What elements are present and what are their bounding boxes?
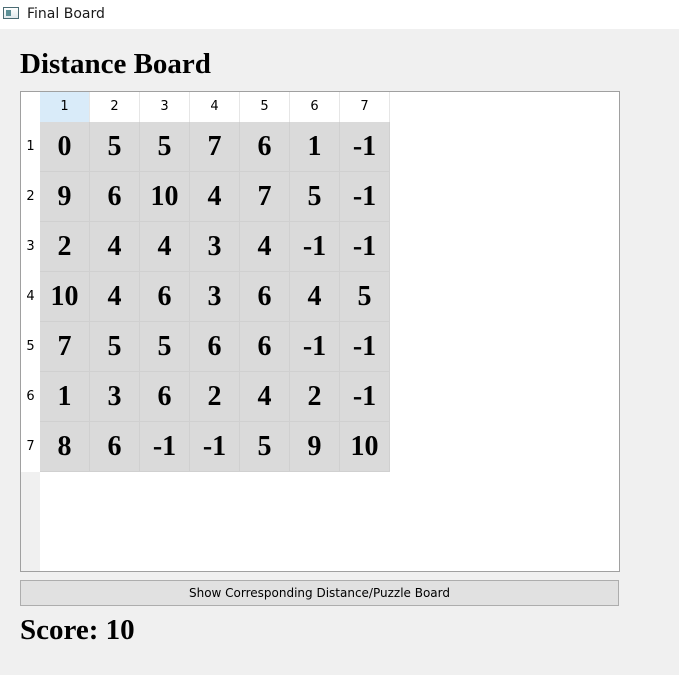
board-cell[interactable]: 5 [290,172,340,222]
board-cell[interactable]: 10 [40,272,90,322]
board-cell[interactable]: 4 [240,222,290,272]
board-cell[interactable]: 6 [240,272,290,322]
board-heading: Distance Board [20,48,211,80]
window-title: Final Board [27,6,105,22]
row-header-1[interactable]: 1 [21,122,40,172]
board-cell[interactable]: 6 [140,372,190,422]
column-header-2[interactable]: 2 [90,92,140,122]
board-cell[interactable]: 0 [40,122,90,172]
row-header-5[interactable]: 5 [21,322,40,372]
board-cell[interactable]: 3 [190,272,240,322]
row-header-7[interactable]: 7 [21,422,40,472]
board-cell[interactable]: -1 [290,322,340,372]
board-cell[interactable]: 4 [190,172,240,222]
column-header-5[interactable]: 5 [240,92,290,122]
board-cell[interactable]: 7 [190,122,240,172]
row-header-3[interactable]: 3 [21,222,40,272]
board-cell[interactable]: -1 [340,122,390,172]
distance-board-table[interactable]: 1 2 3 4 5 6 7 1 2 3 4 5 6 7 0 5 5 7 6 1 -1 9 6 10 4 7 5 -1 2 4 4 3 4 -1 -1… [20,91,620,572]
row-header-4[interactable]: 4 [21,272,40,322]
app-window-icon [3,7,19,19]
board-cell[interactable]: 6 [240,322,290,372]
board-cell[interactable]: -1 [140,422,190,472]
board-cell[interactable]: -1 [290,222,340,272]
board-cell[interactable]: 4 [140,222,190,272]
board-cell[interactable]: 5 [90,122,140,172]
title-bar: Final Board [0,0,679,29]
board-cell[interactable]: -1 [340,172,390,222]
row-header-2[interactable]: 2 [21,172,40,222]
board-cell[interactable]: -1 [190,422,240,472]
board-cell[interactable]: 6 [140,272,190,322]
board-cell[interactable]: 9 [290,422,340,472]
board-cell[interactable]: 4 [290,272,340,322]
board-cell[interactable]: 5 [140,322,190,372]
board-cell[interactable]: 3 [190,222,240,272]
board-cell[interactable]: -1 [340,322,390,372]
board-cell[interactable]: 1 [40,372,90,422]
column-header-7[interactable]: 7 [340,92,390,122]
column-header-4[interactable]: 4 [190,92,240,122]
table-corner[interactable] [21,92,40,122]
board-cell[interactable]: 9 [40,172,90,222]
board-cell[interactable]: 3 [90,372,140,422]
board-cell[interactable]: 2 [290,372,340,422]
board-cell[interactable]: 6 [90,422,140,472]
board-cell[interactable]: 8 [40,422,90,472]
board-cell[interactable]: 4 [90,272,140,322]
board-cell[interactable]: 5 [90,322,140,372]
column-header-1[interactable]: 1 [40,92,90,122]
board-cell[interactable]: 10 [340,422,390,472]
column-header-3[interactable]: 3 [140,92,190,122]
board-cell[interactable]: 2 [40,222,90,272]
board-cell[interactable]: 10 [140,172,190,222]
board-cell[interactable]: 5 [140,122,190,172]
row-header-6[interactable]: 6 [21,372,40,422]
board-cell[interactable]: 5 [240,422,290,472]
board-cell[interactable]: 6 [90,172,140,222]
show-corresponding-board-button[interactable]: Show Corresponding Distance/Puzzle Board [20,580,619,606]
column-header-6[interactable]: 6 [290,92,340,122]
board-cell[interactable]: 4 [240,372,290,422]
score-label: Score: 10 [20,614,135,646]
board-cell[interactable]: 5 [340,272,390,322]
board-cell[interactable]: 2 [190,372,240,422]
board-cell[interactable]: 4 [90,222,140,272]
board-cell[interactable]: 6 [190,322,240,372]
board-cell[interactable]: 7 [240,172,290,222]
board-cell[interactable]: -1 [340,372,390,422]
board-cell[interactable]: 6 [240,122,290,172]
board-cell[interactable]: 1 [290,122,340,172]
board-cell[interactable]: 7 [40,322,90,372]
board-cell[interactable]: -1 [340,222,390,272]
